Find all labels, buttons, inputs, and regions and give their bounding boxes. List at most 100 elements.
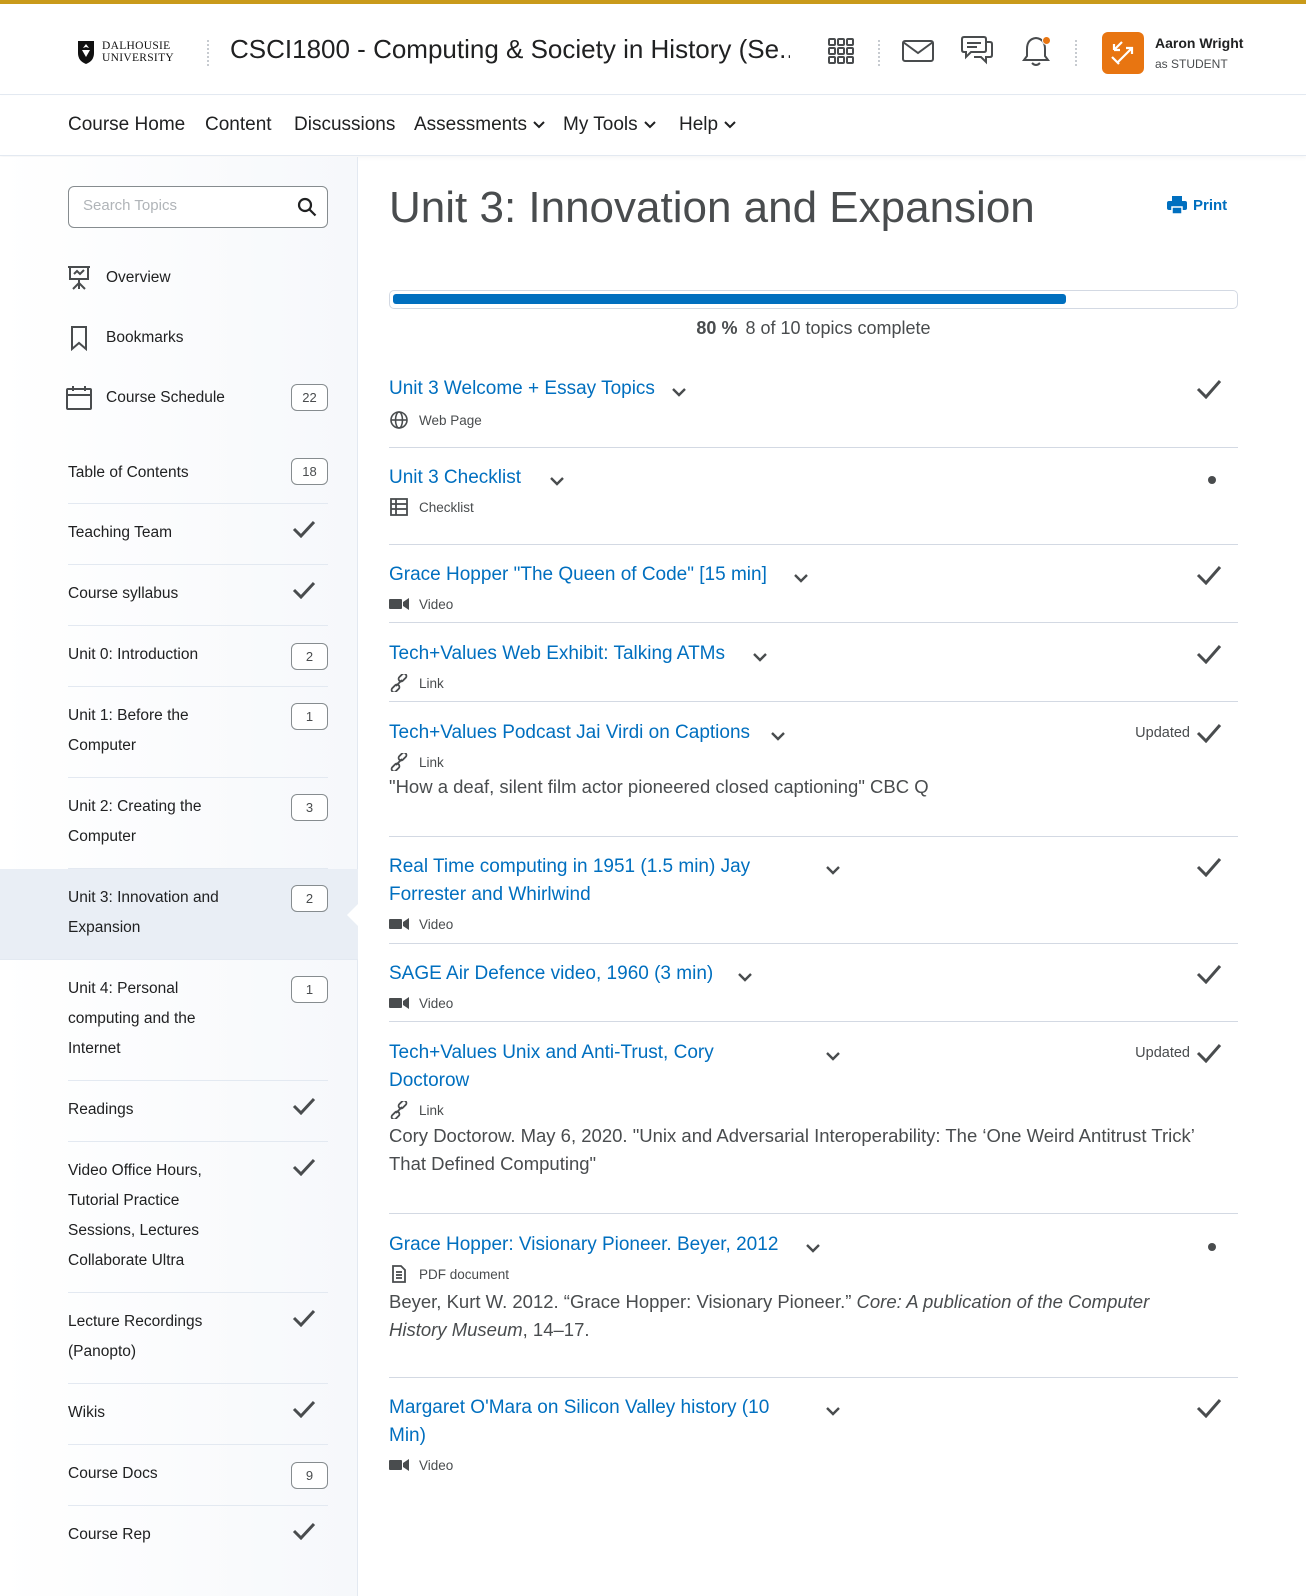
- topic-link[interactable]: Unit 3 Checklist: [389, 464, 521, 492]
- print-button[interactable]: Print: [1167, 196, 1227, 214]
- topic-link[interactable]: Tech+Values Podcast Jai Virdi on Caption…: [389, 719, 750, 747]
- topic-item: Tech+Values Unix and Anti-Trust, Cory Do…: [389, 1039, 1238, 1214]
- topic-type: Web Page: [389, 411, 482, 429]
- completion-status: [1196, 1398, 1222, 1418]
- completion-status: [1196, 964, 1222, 984]
- sidebar-item-video-office-hours[interactable]: Video Office Hours, Tutorial Practice Se…: [68, 1142, 328, 1293]
- sidebar-item-unit-0[interactable]: Unit 0: Introduction 2: [68, 626, 328, 687]
- topic-link[interactable]: Tech+Values Web Exhibit: Talking ATMs: [389, 640, 725, 668]
- topic-type-label: Checklist: [419, 499, 474, 515]
- sidebar-item-label: Course Rep: [68, 1526, 151, 1543]
- sidebar-item-label: Unit 3: Innovation and Expansion: [68, 889, 219, 936]
- topic-link[interactable]: Tech+Values Unix and Anti-Trust, Cory Do…: [389, 1039, 749, 1095]
- printer-icon: [1167, 196, 1187, 214]
- progress-fill: [393, 294, 1066, 304]
- print-label: Print: [1193, 196, 1228, 214]
- chevron-down-icon: [533, 121, 545, 129]
- completion-status: [1208, 1235, 1222, 1251]
- topic-item: Grace Hopper: Visionary Pioneer. Beyer, …: [389, 1231, 1238, 1378]
- sidebar-item-unit-3[interactable]: Unit 3: Innovation and Expansion 2: [0, 869, 359, 960]
- topic-type-label: PDF document: [419, 1266, 510, 1282]
- avatar[interactable]: [1102, 32, 1144, 74]
- topic-link[interactable]: Margaret O'Mara on Silicon Valley histor…: [389, 1394, 789, 1450]
- chevron-down-icon: [724, 121, 736, 129]
- topic-link[interactable]: Real Time computing in 1951 (1.5 min) Ja…: [389, 853, 769, 909]
- chevron-down-icon[interactable]: [825, 1051, 841, 1061]
- sidebar-item-wikis[interactable]: Wikis: [68, 1384, 328, 1445]
- sidebar-item-course-docs[interactable]: Course Docs 9: [68, 1445, 328, 1506]
- sidebar-item-unit-4[interactable]: Unit 4: Personal computing and the Inter…: [68, 960, 328, 1081]
- topic-link[interactable]: Grace Hopper "The Queen of Code" [15 min…: [389, 561, 767, 589]
- logo-text: DALHOUSIE UNIVERSITY: [102, 40, 174, 64]
- nav-content[interactable]: Content: [205, 114, 272, 136]
- search-icon[interactable]: [297, 197, 317, 217]
- crest-icon: [78, 41, 94, 64]
- checkmark-icon: [292, 1400, 316, 1418]
- topic-link[interactable]: Unit 3 Welcome + Essay Topics: [389, 375, 655, 403]
- sidebar-item-unit-1[interactable]: Unit 1: Before the Computer 1: [68, 687, 328, 778]
- sidebar-item-teaching-team[interactable]: Teaching Team: [68, 504, 328, 565]
- topic-link[interactable]: SAGE Air Defence video, 1960 (3 min): [389, 960, 713, 988]
- checkmark-icon: [1196, 566, 1222, 585]
- top-bar: DALHOUSIE UNIVERSITY CSCI1800 - Computin…: [0, 4, 1306, 95]
- topic-type-label: Link: [419, 1102, 444, 1118]
- sidebar-item-readings[interactable]: Readings: [68, 1081, 328, 1142]
- notifications-button[interactable]: [1019, 34, 1053, 68]
- checkmark-icon: [1196, 380, 1222, 399]
- chevron-down-icon[interactable]: [549, 476, 565, 486]
- nav-help[interactable]: Help: [679, 114, 736, 136]
- incomplete-dot: [1208, 476, 1216, 484]
- nav-discussions[interactable]: Discussions: [294, 114, 395, 136]
- sidebar-item-lecture-recordings[interactable]: Lecture Recordings (Panopto): [68, 1293, 328, 1384]
- chevron-down-icon[interactable]: [825, 865, 841, 875]
- sidebar-item-table-of-contents[interactable]: Table of Contents 18: [68, 458, 328, 504]
- progress-percent: 80 %: [696, 318, 738, 338]
- discussions-alerts-button[interactable]: [960, 34, 994, 68]
- chevron-down-icon[interactable]: [671, 387, 687, 397]
- updated-label: Updated: [1135, 1045, 1190, 1061]
- search-input[interactable]: [83, 197, 283, 214]
- nav-my-tools[interactable]: My Tools: [563, 114, 656, 136]
- checkmark-icon: [292, 1309, 316, 1327]
- count-badge: 22: [291, 384, 328, 411]
- incomplete-dot: [1208, 1243, 1216, 1251]
- completion-status: [1196, 565, 1222, 585]
- chevron-down-icon[interactable]: [752, 652, 768, 662]
- chevron-down-icon[interactable]: [770, 731, 786, 741]
- count-badge: 2: [291, 885, 328, 912]
- course-selector-button[interactable]: [824, 34, 858, 68]
- chevron-down-icon[interactable]: [793, 573, 809, 583]
- nav-assessments[interactable]: Assessments: [414, 114, 545, 136]
- user-role: as STUDENT: [1155, 57, 1228, 71]
- university-logo[interactable]: DALHOUSIE UNIVERSITY: [76, 34, 186, 70]
- chevron-down-icon[interactable]: [805, 1243, 821, 1253]
- sidebar-item-course-rep[interactable]: Course Rep: [68, 1506, 328, 1567]
- notification-dot: [1042, 36, 1051, 45]
- sidebar-item-course-schedule[interactable]: Course Schedule: [66, 385, 225, 411]
- progress-count: 8 of 10 topics complete: [745, 318, 931, 338]
- messages-button[interactable]: [901, 34, 935, 68]
- count-badge: 1: [291, 703, 328, 730]
- course-navbar: Course Home Content Discussions Assessme…: [0, 96, 1306, 156]
- course-title[interactable]: CSCI1800 - Computing & Society in Histor…: [230, 34, 790, 65]
- header-divider: [207, 40, 209, 66]
- chevron-down-icon[interactable]: [825, 1406, 841, 1416]
- topic-link[interactable]: Grace Hopper: Visionary Pioneer. Beyer, …: [389, 1231, 778, 1259]
- user-name[interactable]: Aaron Wright: [1155, 35, 1243, 51]
- topic-type: PDF document: [389, 1265, 509, 1283]
- topic-item: Unit 3 Checklist Checklist: [389, 464, 1238, 545]
- sidebar-item-bookmarks[interactable]: Bookmarks: [66, 325, 184, 351]
- header-divider: [878, 40, 880, 66]
- globe-icon: [390, 411, 408, 429]
- sidebar-item-label: Course syllabus: [68, 585, 179, 602]
- topic-item: Grace Hopper "The Queen of Code" [15 min…: [389, 561, 1238, 623]
- sidebar-item-course-syllabus[interactable]: Course syllabus: [68, 565, 328, 626]
- sidebar-item-overview[interactable]: Overview: [66, 265, 171, 291]
- sidebar-item-unit-2[interactable]: Unit 2: Creating the Computer 3: [68, 778, 328, 869]
- chevron-down-icon[interactable]: [737, 972, 753, 982]
- topic-description: "How a deaf, silent film actor pioneered…: [389, 776, 929, 797]
- link-icon: [390, 753, 408, 771]
- nav-course-home[interactable]: Course Home: [68, 114, 185, 136]
- topic-item: Margaret O'Mara on Silicon Valley histor…: [389, 1394, 1238, 1504]
- topic-type-label: Video: [419, 596, 454, 612]
